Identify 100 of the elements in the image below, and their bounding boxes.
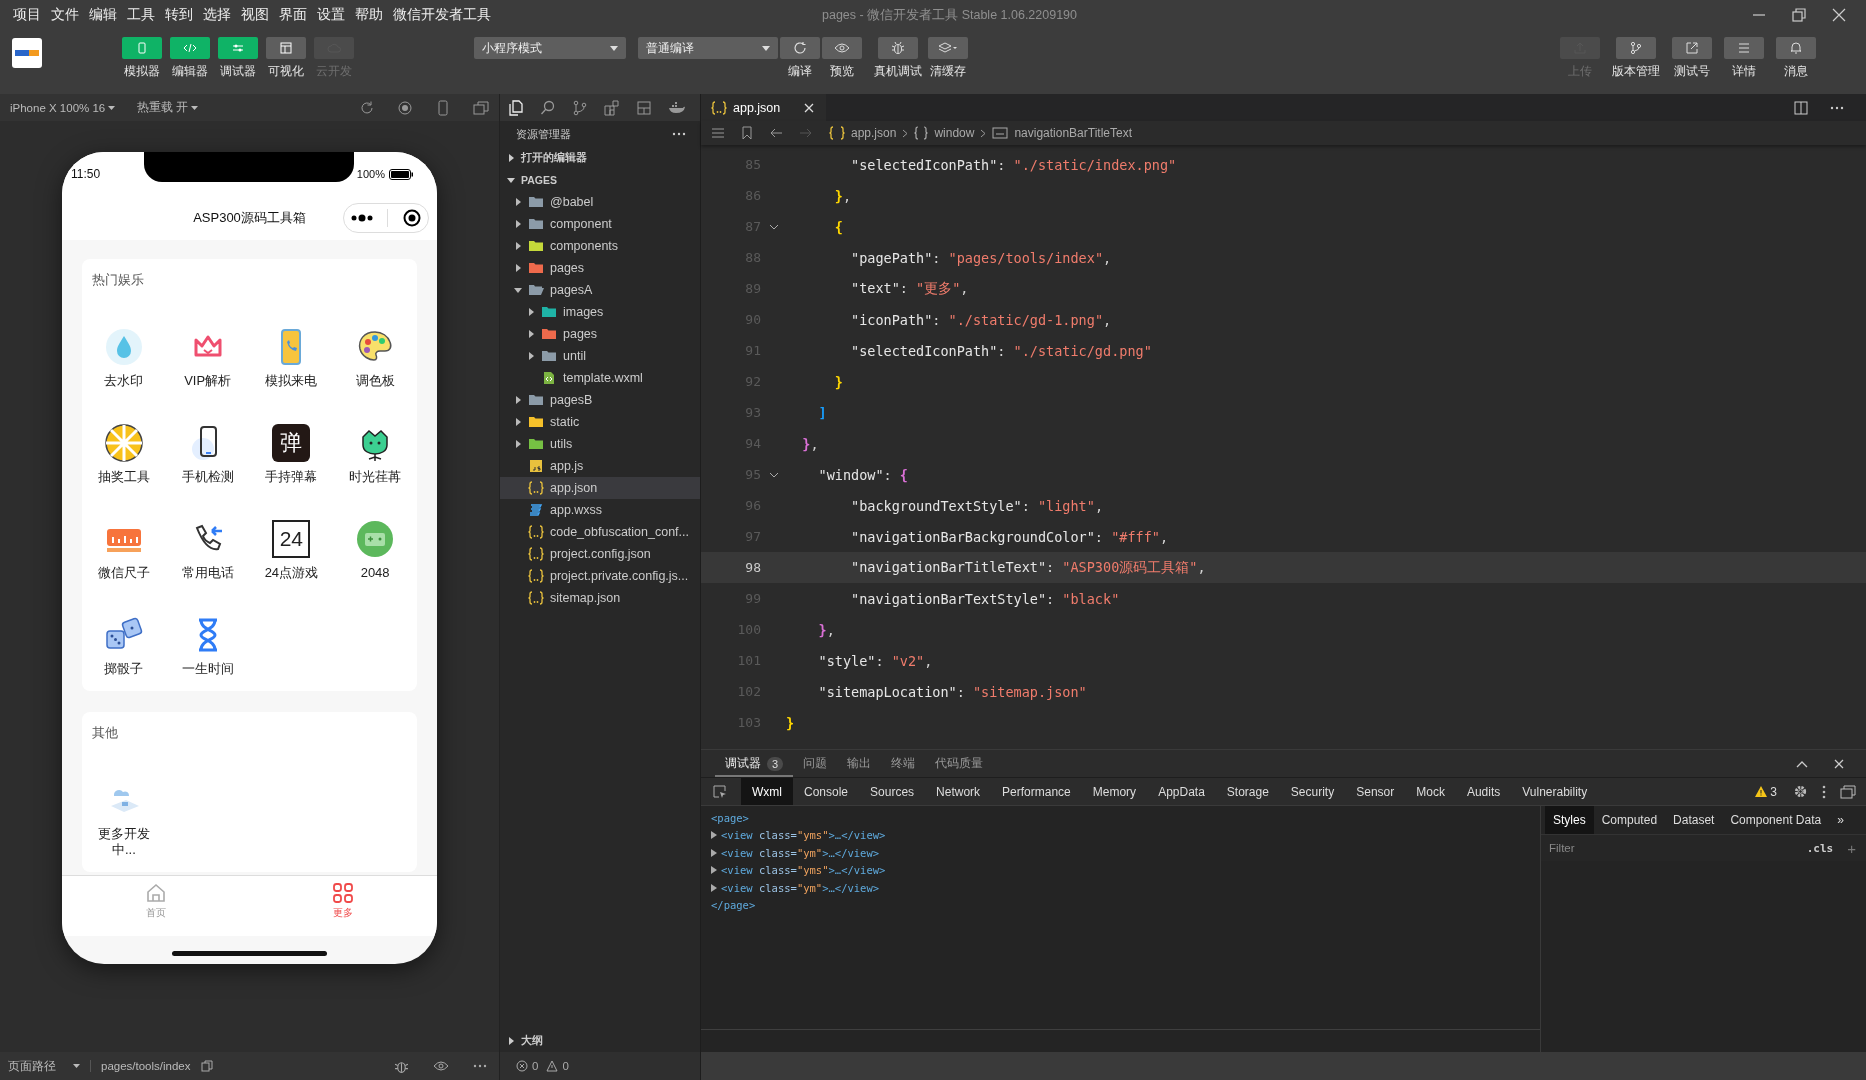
tree-item[interactable]: sitemap.json <box>500 587 700 609</box>
menu-item[interactable]: 文件 <box>46 6 84 24</box>
devtools-tab[interactable]: Storage <box>1215 778 1280 805</box>
tool-button[interactable]: 调色板 <box>333 327 417 389</box>
tree-item[interactable]: pages <box>500 323 700 345</box>
panel-tab[interactable]: 输出 <box>837 750 882 777</box>
tool-button[interactable]: 更多开发中... <box>82 780 166 858</box>
tree-item[interactable]: code_obfuscation_conf... <box>500 521 700 543</box>
close-icon[interactable] <box>804 102 815 113</box>
toolbar-button[interactable] <box>1776 37 1816 59</box>
view-toggle-button[interactable] <box>266 37 306 59</box>
split-editor-icon[interactable] <box>1794 100 1808 115</box>
devtools-tab[interactable]: AppData <box>1147 778 1216 805</box>
tree-item[interactable]: @babel <box>500 191 700 213</box>
tree-item[interactable]: app.wxss <box>500 499 700 521</box>
capsule-menu[interactable] <box>343 203 429 233</box>
tree-item[interactable]: project.config.json <box>500 543 700 565</box>
styles-tab[interactable]: Computed <box>1593 806 1666 834</box>
close-target-icon[interactable] <box>402 209 421 227</box>
devtools-tab[interactable]: Audits <box>1455 778 1512 805</box>
menu-item[interactable]: 界面 <box>274 6 312 24</box>
more-icon[interactable] <box>672 132 686 136</box>
compile-select[interactable]: 普通编译 <box>638 37 778 59</box>
whale-icon[interactable] <box>668 100 686 115</box>
menu-item[interactable]: 帮助 <box>350 6 388 24</box>
tool-button[interactable]: 2048 <box>333 519 417 581</box>
chevron-up-icon[interactable] <box>1796 759 1808 768</box>
toolbar-button[interactable] <box>1616 37 1656 59</box>
devtools-tab[interactable]: Security <box>1279 778 1346 805</box>
close-icon[interactable] <box>1832 8 1846 22</box>
tree-item[interactable]: app.json <box>500 477 700 499</box>
more-icon[interactable] <box>1830 105 1844 110</box>
menu-item[interactable]: 转到 <box>160 6 198 24</box>
section-header[interactable]: 打开的编辑器 <box>500 147 700 169</box>
cls-button[interactable]: .cls <box>1802 841 1838 855</box>
toolbar-button[interactable] <box>878 37 918 59</box>
tree-item[interactable]: until <box>500 345 700 367</box>
panel-icon[interactable] <box>636 99 652 116</box>
extensions-icon[interactable] <box>604 99 620 116</box>
tool-button[interactable]: 弹 手持弹幕 <box>249 423 334 485</box>
menu-item[interactable]: 编辑 <box>84 6 122 24</box>
tree-item[interactable]: template.wxml <box>500 367 700 389</box>
devtools-tab[interactable]: Sensor <box>1345 778 1406 805</box>
tree-item[interactable]: app.js <box>500 455 700 477</box>
more-tabs-button[interactable]: » <box>1829 806 1852 834</box>
tree-item[interactable]: images <box>500 301 700 323</box>
menu-item[interactable]: 微信开发者工具 <box>388 6 496 24</box>
files-icon[interactable] <box>508 99 524 116</box>
tool-button[interactable]: 掷骰子 <box>82 615 166 677</box>
devtools-tab[interactable]: Performance <box>991 778 1082 805</box>
devtools-tab[interactable]: Wxml <box>741 778 793 805</box>
devtools-tab[interactable]: Sources <box>859 778 926 805</box>
rotate-icon[interactable] <box>359 99 375 116</box>
kebab-icon[interactable] <box>1822 784 1826 799</box>
tool-button[interactable]: 手机检测 <box>165 423 250 485</box>
menu-item[interactable]: 选择 <box>198 6 236 24</box>
devtools-tab[interactable]: Network <box>925 778 992 805</box>
bookmark-icon[interactable] <box>741 126 753 140</box>
tool-button[interactable]: 去水印 <box>82 327 166 389</box>
copy-icon[interactable] <box>200 1060 213 1072</box>
toolbar-button[interactable] <box>822 37 862 59</box>
tool-button[interactable]: 微信尺子 <box>82 519 166 581</box>
back-arrow-icon[interactable] <box>769 127 783 139</box>
menu-item[interactable]: 项目 <box>8 6 46 24</box>
hot-reload-select[interactable]: 热重载 开 <box>137 100 199 115</box>
tree-item[interactable]: pages <box>500 257 700 279</box>
wxml-node[interactable]: </page> <box>711 899 756 912</box>
tree-item[interactable]: utils <box>500 433 700 455</box>
panel-tab[interactable]: 代码质量 <box>925 750 994 777</box>
toolbar-button[interactable] <box>780 37 820 59</box>
tool-button[interactable]: 24 24点游戏 <box>249 519 334 581</box>
wxml-node[interactable]: <view class="yms">…</view> <box>721 829 886 842</box>
tree-item[interactable]: static <box>500 411 700 433</box>
tree-item[interactable]: components <box>500 235 700 257</box>
menu-item[interactable]: 工具 <box>122 6 160 24</box>
windows-icon[interactable] <box>473 99 489 116</box>
wxml-node[interactable]: <page> <box>711 811 749 824</box>
close-icon[interactable] <box>1834 758 1844 769</box>
tab-bar-item[interactable]: 更多 <box>249 876 437 924</box>
devtools-tab[interactable]: Memory <box>1081 778 1148 805</box>
panel-tab[interactable]: 调试器 3 <box>715 750 794 777</box>
view-toggle-button[interactable] <box>122 37 162 59</box>
tree-item[interactable]: pagesA <box>500 279 700 301</box>
devtools-tab[interactable]: Vulnerability <box>1511 778 1599 805</box>
settings-icon[interactable] <box>1793 784 1808 799</box>
wxml-node[interactable]: <view class="yms">…</view> <box>721 864 886 877</box>
panel-tab[interactable]: 问题 <box>793 750 838 777</box>
tool-button[interactable]: 模拟来电 <box>249 327 334 389</box>
breadcrumb-item[interactable]: window <box>934 126 975 140</box>
device-select[interactable]: iPhone X 100% 16 <box>10 101 116 114</box>
restore-icon[interactable] <box>1792 8 1806 22</box>
tool-button[interactable]: 一生时间 <box>165 615 250 677</box>
more-icon[interactable] <box>351 214 374 222</box>
devtools-tab[interactable]: Mock <box>1405 778 1456 805</box>
panel-tab[interactable]: 终端 <box>881 750 926 777</box>
filter-field[interactable]: Filter <box>1547 841 1797 855</box>
toolbar-button[interactable] <box>928 37 968 59</box>
styles-tab[interactable]: Component Data <box>1722 806 1830 834</box>
menu-item[interactable]: 视图 <box>236 6 274 24</box>
wxml-node[interactable]: <view class="ym">…</view> <box>721 846 880 859</box>
